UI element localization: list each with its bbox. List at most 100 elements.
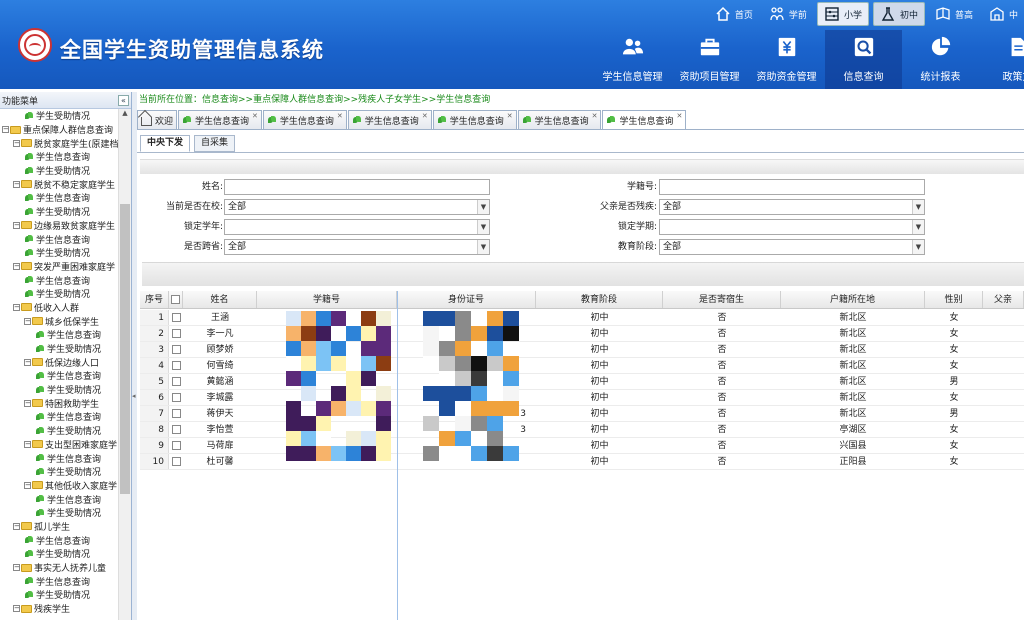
level-link-4[interactable]: 普高 bbox=[929, 2, 979, 26]
row-checkbox[interactable] bbox=[171, 329, 181, 338]
tree-folder[interactable]: − 支出型困难家庭学 bbox=[0, 438, 119, 452]
nav-item-5[interactable]: 政策文 bbox=[979, 30, 1024, 89]
column-header[interactable]: 父亲 bbox=[983, 291, 1024, 308]
close-icon[interactable]: ✕ bbox=[422, 112, 428, 120]
collapse-toggle-icon[interactable]: − bbox=[24, 399, 31, 407]
column-header[interactable]: 户籍所在地 bbox=[781, 291, 925, 308]
row-checkbox[interactable] bbox=[171, 409, 181, 418]
nav-item-2[interactable]: 资助资金管理 bbox=[748, 30, 825, 89]
nav-item-4[interactable]: 统计报表 bbox=[902, 30, 979, 89]
tree-folder[interactable]: − 特困救助学生 bbox=[0, 396, 119, 410]
collapse-toggle-icon[interactable]: − bbox=[24, 481, 31, 489]
collapse-sidebar-button[interactable]: « bbox=[118, 94, 129, 106]
tab-6[interactable]: 学生信息查询 ✕ bbox=[602, 110, 687, 129]
tree-folder[interactable]: − 孤儿学生 bbox=[0, 520, 119, 534]
tree-folder[interactable]: − 脱贫家庭学生(原建档 bbox=[0, 136, 119, 150]
table-row[interactable]: 5 黄懿涵 初中 否 新北区 男 bbox=[140, 374, 1024, 390]
chevron-down-icon[interactable]: ▼ bbox=[477, 200, 489, 214]
tree-item[interactable]: 学生受助情况 bbox=[0, 547, 119, 561]
nav-item-3[interactable]: 信息查询 bbox=[825, 30, 902, 89]
tab-5[interactable]: 学生信息查询 ✕ bbox=[517, 110, 602, 129]
tree-item[interactable]: 学生受助情况 bbox=[0, 588, 119, 602]
tab-0[interactable]: 欢迎 bbox=[137, 110, 178, 129]
tree-item[interactable]: 学生受助情况 bbox=[0, 164, 119, 178]
tab-1[interactable]: 学生信息查询 ✕ bbox=[178, 110, 262, 129]
tree-item[interactable]: 学生受助情况 bbox=[0, 506, 119, 520]
chevron-down-icon[interactable]: ▼ bbox=[477, 240, 489, 254]
nav-item-0[interactable]: 学生信息管理 bbox=[594, 30, 671, 89]
collapse-toggle-icon[interactable]: − bbox=[13, 564, 20, 572]
nav-item-1[interactable]: 资助项目管理 bbox=[671, 30, 748, 89]
column-header[interactable]: 身份证号 bbox=[397, 291, 536, 308]
tree-folder[interactable]: − 重点保障人群信息查询 bbox=[0, 123, 119, 137]
tree-item[interactable]: 学生受助情况 bbox=[0, 465, 119, 479]
row-checkbox[interactable] bbox=[171, 361, 181, 370]
tree-folder[interactable]: − 城乡低保学生 bbox=[0, 314, 119, 328]
table-row[interactable]: 3 顾梦娇 初中 否 新北区 女 bbox=[140, 342, 1024, 358]
collapse-toggle-icon[interactable]: − bbox=[13, 262, 20, 270]
table-row[interactable]: 8 李怡萱 3 初中 否 亭湖区 女 bbox=[140, 422, 1024, 438]
tree-item[interactable]: 学生信息查询 bbox=[0, 191, 119, 205]
collapse-toggle-icon[interactable]: − bbox=[24, 358, 31, 366]
tree-item[interactable]: 学生信息查询 bbox=[0, 410, 119, 424]
column-header[interactable]: 是否寄宿生 bbox=[663, 291, 781, 308]
tree-item[interactable]: 学生受助情况 bbox=[0, 287, 119, 301]
row-checkbox[interactable] bbox=[171, 457, 181, 466]
column-header[interactable]: 序号 bbox=[140, 291, 169, 308]
collapse-toggle-icon[interactable]: − bbox=[13, 303, 20, 311]
tree-item[interactable]: 学生信息查询 bbox=[0, 533, 119, 547]
table-row[interactable]: 6 李城露 初中 否 新北区 女 bbox=[140, 390, 1024, 406]
collapse-toggle-icon[interactable]: − bbox=[2, 126, 9, 134]
collapse-toggle-icon[interactable]: − bbox=[13, 522, 20, 530]
text-field[interactable] bbox=[224, 179, 490, 195]
row-checkbox[interactable] bbox=[171, 393, 181, 402]
tree-folder[interactable]: − 低收入人群 bbox=[0, 301, 119, 315]
tree-folder[interactable]: − 残疾学生 bbox=[0, 602, 119, 616]
tree-item[interactable]: 学生受助情况 bbox=[0, 342, 119, 356]
table-row[interactable]: 1 王涵 初中 否 新北区 女 bbox=[140, 310, 1024, 326]
table-row[interactable]: 9 马荷扉 初中 否 兴国县 女 bbox=[140, 438, 1024, 454]
table-row[interactable]: 4 何雪绮 初中 否 新北区 女 bbox=[140, 358, 1024, 374]
table-row[interactable]: 10 杜可馨 初中 否 正阳县 女 bbox=[140, 454, 1024, 470]
tree-folder[interactable]: − 事实无人抚养儿童 bbox=[0, 561, 119, 575]
collapse-toggle-icon[interactable]: − bbox=[13, 221, 20, 229]
scroll-up-icon[interactable]: ▲ bbox=[119, 109, 131, 121]
subtab-0[interactable]: 中央下发 bbox=[140, 135, 191, 152]
column-header[interactable]: 学籍号 bbox=[257, 291, 397, 308]
close-icon[interactable]: ✕ bbox=[252, 112, 258, 120]
level-link-1[interactable]: 学前 bbox=[763, 2, 813, 26]
tree-item[interactable]: 学生信息查询 bbox=[0, 574, 119, 588]
close-icon[interactable]: ✕ bbox=[676, 112, 682, 120]
select-field[interactable]: ▼ bbox=[659, 219, 925, 235]
tree-folder[interactable]: − 突发严重困难家庭学 bbox=[0, 260, 119, 274]
subtab-1[interactable]: 自采集 bbox=[194, 135, 236, 152]
column-header[interactable]: 教育阶段 bbox=[536, 291, 663, 308]
chevron-down-icon[interactable]: ▼ bbox=[477, 220, 489, 234]
tree-item[interactable]: 学生信息查询 bbox=[0, 273, 119, 287]
tree-item[interactable]: 学生受助情况 bbox=[0, 424, 119, 438]
row-checkbox[interactable] bbox=[171, 313, 181, 322]
tree-folder[interactable]: − 脱贫不稳定家庭学生 bbox=[0, 177, 119, 191]
collapse-toggle-icon[interactable]: − bbox=[13, 139, 20, 147]
collapse-toggle-icon[interactable]: − bbox=[13, 180, 20, 188]
tree-item[interactable]: 学生信息查询 bbox=[0, 369, 119, 383]
tree-item[interactable]: 学生受助情况 bbox=[0, 383, 119, 397]
tree-item[interactable]: 学生受助情况 bbox=[0, 205, 119, 219]
tree-item[interactable]: 学生信息查询 bbox=[0, 451, 119, 465]
level-link-5[interactable]: 中 bbox=[983, 2, 1024, 26]
row-checkbox[interactable] bbox=[171, 441, 181, 450]
level-link-0[interactable]: 首页 bbox=[709, 2, 759, 26]
tree-item[interactable]: 学生信息查询 bbox=[0, 232, 119, 246]
select-field[interactable]: 全部 ▼ bbox=[224, 239, 490, 255]
select-field[interactable]: ▼ bbox=[224, 219, 490, 235]
tree-folder[interactable]: − 低保边缘人口 bbox=[0, 355, 119, 369]
tree-item[interactable]: 学生受助情况 bbox=[0, 246, 119, 260]
level-link-2[interactable]: 小学 bbox=[816, 2, 869, 26]
tab-2[interactable]: 学生信息查询 ✕ bbox=[262, 110, 347, 129]
close-icon[interactable]: ✕ bbox=[592, 112, 598, 120]
text-field[interactable] bbox=[659, 179, 925, 195]
column-header[interactable] bbox=[169, 291, 183, 308]
tree-item[interactable]: 学生信息查询 bbox=[0, 150, 119, 164]
chevron-down-icon[interactable]: ▼ bbox=[912, 200, 924, 214]
splitter-arrow-icon[interactable]: ◂ bbox=[132, 392, 136, 400]
